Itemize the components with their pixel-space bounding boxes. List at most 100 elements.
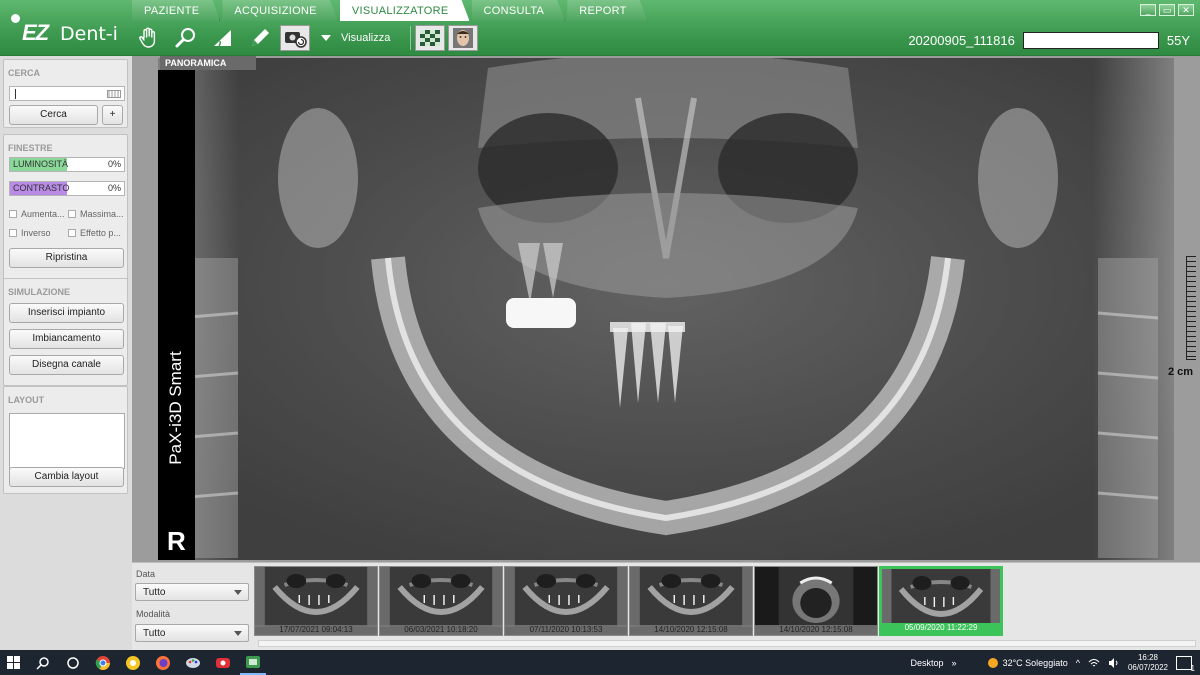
taskbar-search-button[interactable] bbox=[30, 650, 56, 675]
thumbnail-item[interactable]: 17/07/2021 09:04:13 bbox=[254, 566, 378, 636]
pencil-icon bbox=[252, 29, 269, 46]
minimize-button[interactable]: _ bbox=[1140, 4, 1156, 16]
disegna-canale-button[interactable]: Disegna canale bbox=[9, 355, 124, 375]
cambia-layout-button[interactable]: Cambia layout bbox=[9, 467, 124, 487]
start-button[interactable] bbox=[0, 650, 26, 675]
palette-icon bbox=[186, 657, 200, 668]
magnifier-icon bbox=[175, 28, 195, 48]
image-browser: Data Tutto Modalità Tutto 17/07/2021 09:… bbox=[132, 562, 1200, 650]
thumbnail-scrollbar[interactable] bbox=[258, 640, 1196, 647]
inverso-checkbox[interactable]: Inverso bbox=[9, 228, 51, 238]
tab-report[interactable]: REPORT bbox=[567, 0, 647, 21]
modalita-filter-select[interactable]: Tutto bbox=[135, 624, 249, 642]
main-tabs: PAZIENTE ACQUISIZIONE VISUALIZZATORE CON… bbox=[132, 0, 650, 21]
thumbnail-list: 17/07/2021 09:04:13 06/03/2021 10:18:20 07… bbox=[254, 566, 1004, 636]
data-filter-value: Tutto bbox=[143, 587, 166, 598]
cerca-panel: CERCA Cerca + bbox=[3, 59, 128, 128]
task-view-button[interactable] bbox=[60, 650, 86, 675]
tab-visualizzatore[interactable]: VISUALIZZATORE bbox=[340, 0, 470, 21]
search-input[interactable] bbox=[9, 86, 125, 101]
image-viewer[interactable]: PaX-i3D Smart R PANORAMICA 2 cm bbox=[132, 56, 1200, 562]
keyboard-icon[interactable] bbox=[107, 90, 121, 98]
close-button[interactable]: ✕ bbox=[1178, 4, 1194, 16]
chevron-down-icon bbox=[234, 631, 242, 636]
zoom-tool-button[interactable] bbox=[169, 24, 203, 52]
desktop-toolbar-label[interactable]: Desktop bbox=[911, 658, 944, 668]
capture-rotate-button[interactable] bbox=[280, 25, 310, 51]
left-panel: CERCA Cerca + FINESTRE LUMINOSITÀ 0% CON… bbox=[0, 56, 132, 650]
firefox-icon bbox=[156, 655, 170, 670]
angle-icon bbox=[214, 30, 231, 47]
ripristina-button[interactable]: Ripristina bbox=[9, 248, 124, 268]
thumbnail-item[interactable]: 07/11/2020 10:13:53 bbox=[504, 566, 628, 636]
thumbnail-item[interactable]: 06/03/2021 10:18:20 bbox=[379, 566, 503, 636]
dropdown-triangle-icon bbox=[321, 35, 331, 41]
clock[interactable]: 16:28 06/07/2022 bbox=[1128, 653, 1168, 673]
panoramic-xray-image[interactable]: PaX-i3D Smart R bbox=[158, 58, 1174, 560]
viewer-toolbar: Visualizza bbox=[132, 23, 481, 53]
effetto-checkbox[interactable]: Effetto p... bbox=[68, 228, 121, 238]
thumbnail-image bbox=[755, 567, 877, 627]
thumbnail-image bbox=[882, 569, 1000, 629]
tray-expand-icon[interactable]: ^ bbox=[1076, 658, 1080, 668]
camera-rotate-icon bbox=[285, 32, 307, 48]
luminosita-value: 0% bbox=[107, 159, 121, 169]
scale-ruler-label: 2 cm bbox=[1168, 366, 1194, 378]
inserisci-impianto-button[interactable]: Inserisci impianto bbox=[9, 303, 124, 323]
app-logo: EZ Dent-i bbox=[8, 10, 128, 50]
paint-app[interactable] bbox=[180, 650, 206, 675]
face-view-button[interactable] bbox=[448, 25, 479, 51]
imbiancamento-button[interactable]: Imbiancamento bbox=[9, 329, 124, 349]
toolbar-chevron-icon[interactable]: » bbox=[952, 658, 957, 668]
cerca-button[interactable]: Cerca bbox=[9, 105, 98, 125]
inverso-label: Inverso bbox=[21, 228, 51, 238]
ezdent-app[interactable] bbox=[240, 650, 266, 675]
firefox-app[interactable] bbox=[150, 650, 176, 675]
volume-icon[interactable] bbox=[1108, 657, 1120, 668]
thumbnail-caption: 14/10/2020 12:15:08 bbox=[630, 625, 752, 635]
notification-count: 1 bbox=[1190, 663, 1195, 673]
finestre-title: FINESTRE bbox=[8, 143, 53, 153]
yellow-app[interactable] bbox=[120, 650, 146, 675]
contrasto-slider[interactable]: CONTRASTO 0% bbox=[9, 181, 125, 196]
tab-acquisizione[interactable]: ACQUISIZIONE bbox=[222, 0, 337, 21]
clock-date: 06/07/2022 bbox=[1127, 662, 1168, 672]
checkbox-box bbox=[9, 210, 17, 218]
recorder-app[interactable] bbox=[210, 650, 236, 675]
restore-button[interactable]: ▭ bbox=[1159, 4, 1175, 16]
thumbnail-caption: 17/07/2021 09:04:13 bbox=[255, 625, 377, 635]
scale-ruler bbox=[1186, 256, 1196, 360]
weather-widget[interactable]: 32°C Soleggiato bbox=[987, 657, 1068, 669]
wifi-icon[interactable] bbox=[1088, 658, 1100, 668]
add-button[interactable]: + bbox=[102, 105, 123, 125]
recorder-icon bbox=[216, 657, 230, 668]
checker-icon bbox=[420, 30, 441, 46]
thumbnail-caption: 06/03/2021 10:18:20 bbox=[380, 625, 502, 635]
device-label: PaX-i3D Smart bbox=[166, 351, 185, 465]
patient-age: 55Y bbox=[1166, 33, 1190, 48]
thumbnail-item[interactable]: 05/09/2020 11:22:29 bbox=[879, 566, 1003, 636]
angle-tool-button[interactable] bbox=[206, 24, 240, 52]
simulazione-title: SIMULAZIONE bbox=[8, 287, 70, 297]
layout-preview[interactable] bbox=[9, 413, 125, 469]
luminosita-slider[interactable]: LUMINOSITÀ 0% bbox=[9, 157, 125, 172]
visualizza-dropdown[interactable]: Visualizza bbox=[321, 32, 390, 44]
aumenta-checkbox[interactable]: Aumenta... bbox=[9, 209, 65, 219]
thumbnail-item[interactable]: 14/10/2020 12:15:08 bbox=[754, 566, 878, 636]
pan-tool-button[interactable] bbox=[132, 24, 166, 52]
view-tab-panoramica[interactable]: PANORAMICA bbox=[160, 56, 256, 70]
checker-view-button[interactable] bbox=[415, 25, 446, 51]
notification-button[interactable]: 1 bbox=[1176, 655, 1195, 673]
massima-checkbox[interactable]: Massima... bbox=[68, 209, 124, 219]
thumbnail-image bbox=[505, 567, 627, 627]
tab-paziente[interactable]: PAZIENTE bbox=[132, 0, 220, 21]
thumbnail-item[interactable]: 14/10/2020 12:15:08 bbox=[629, 566, 753, 636]
windows-taskbar: Desktop » 32°C Soleggiato ^ 16:28 06/07/… bbox=[0, 650, 1200, 675]
xray-drawing bbox=[158, 58, 1174, 560]
draw-tool-button[interactable] bbox=[243, 24, 277, 52]
chrome-app[interactable] bbox=[90, 650, 116, 675]
tab-consulta[interactable]: CONSULTA bbox=[472, 0, 566, 21]
checkbox-box bbox=[68, 210, 76, 218]
contrasto-value: 0% bbox=[107, 183, 121, 193]
data-filter-select[interactable]: Tutto bbox=[135, 583, 249, 601]
